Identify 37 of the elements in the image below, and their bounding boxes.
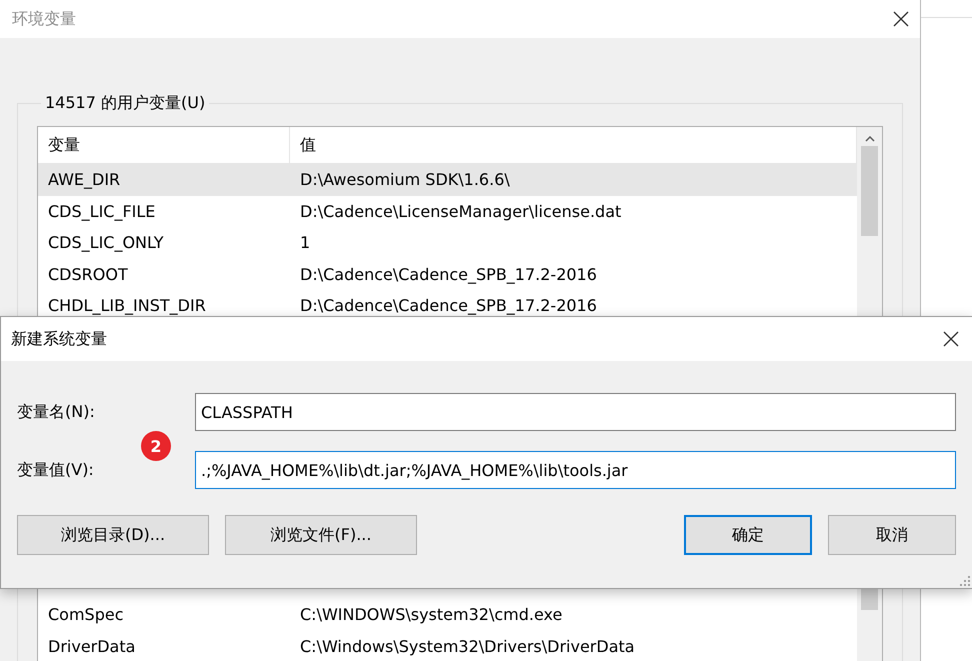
variable-value: C:\Windows\System32\Drivers\DriverData [299,636,636,658]
dialog-title: 新建系统变量 [11,328,107,350]
dialog-button[interactable]: 取消 [828,515,956,555]
variable-row[interactable]: DriverData C:\Windows\System32\Drivers\DriverData [38,630,857,661]
variable-value: C:\WINDOWS\system32\cmd.exe [299,604,564,626]
input-field[interactable]: CLASSPATH [195,393,956,431]
variable-name: CDSROOT [47,264,129,286]
group-label: 14517 的用户变量(U) [44,93,206,114]
dialog-button[interactable]: 浏览文件(F)... [225,515,417,555]
variable-row[interactable]: ComSpec C:\WINDOWS\system32\cmd.exe [38,599,857,630]
field-label: 变量名(N): [17,402,96,422]
dialog-button[interactable]: 确定 [684,515,812,555]
variable-value: D:\Awesomium SDK\1.6.6\ [299,169,511,192]
variable-name: CHDL_LIB_INST_DIR [47,295,207,318]
column-header[interactable]: 变量 [38,127,290,163]
variable-value: D:\Cadence\Cadence_SPB_17.2-2016 [299,295,598,318]
variable-value: 1 [299,232,312,254]
variable-name: AWE_DIR [47,169,122,192]
close-icon[interactable] [942,330,960,348]
scroll-up-icon[interactable] [864,136,874,142]
variable-row[interactable]: CDS_LIC_ONLY 1 [38,227,857,258]
window-title: 环境变量 [12,8,76,30]
field-label: 变量值(V): [17,460,95,480]
dialog-button[interactable]: 浏览目录(D)... [17,515,209,555]
variable-row[interactable]: CDSROOT D:\Cadence\Cadence_SPB_17.2-2016 [38,258,857,290]
variable-name: CDS_LIC_ONLY [47,232,165,254]
variable-value: D:\Cadence\LicenseManager\license.dat [299,200,622,223]
variable-name: ComSpec [47,604,124,626]
variable-name: DriverData [47,636,136,658]
step-badge: 2 [141,431,171,461]
variable-name: CDS_LIC_FILE [47,200,156,223]
resize-grip-icon[interactable] [960,576,970,586]
variable-row[interactable]: CDS_LIC_FILE D:\Cadence\LicenseManager\license.dat [38,196,857,227]
variable-value: D:\Cadence\Cadence_SPB_17.2-2016 [299,264,598,286]
input-field[interactable]: .;%JAVA_HOME%\lib\dt.jar;%JAVA_HOME%\lib\tools.jar [195,451,956,489]
close-icon[interactable] [892,10,910,28]
variable-row[interactable]: AWE_DIR D:\Awesomium SDK\1.6.6\ [38,164,857,196]
